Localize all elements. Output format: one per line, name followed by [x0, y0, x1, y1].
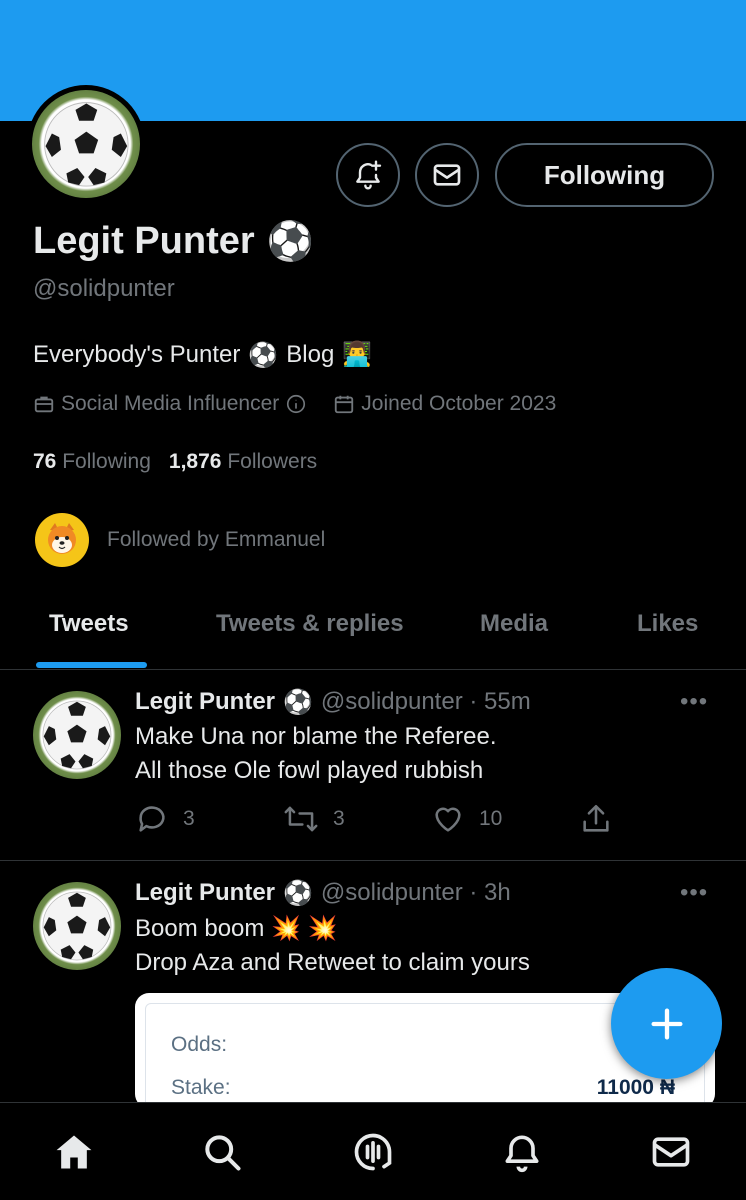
- heart-icon: [435, 807, 461, 832]
- nav-search[interactable]: [199, 1129, 245, 1175]
- follower-avatar: [35, 513, 89, 567]
- nav-spaces[interactable]: [350, 1129, 396, 1175]
- nav-notifications[interactable]: [499, 1129, 545, 1175]
- followers-label: Followers: [227, 450, 318, 473]
- stake-value: 11000 ₦: [596, 1076, 675, 1099]
- like-count: 10: [479, 807, 503, 830]
- active-tab-indicator: [36, 662, 147, 668]
- tweet-avatar[interactable]: [33, 691, 121, 779]
- tweet-header: Legit Punter ⚽ @solidpunter · 55m: [135, 688, 531, 716]
- plus-icon: [651, 1008, 682, 1039]
- more-options-icon[interactable]: •••: [680, 879, 708, 907]
- nav-home[interactable]: [51, 1129, 97, 1175]
- retweet-icon: [284, 806, 318, 832]
- soccer-ball-icon: [42, 891, 112, 961]
- tweet-line: Make Una nor blame the Referee.: [135, 723, 497, 750]
- following-link[interactable]: 76 Following: [33, 450, 151, 474]
- tweet-text: Make Una nor blame the Referee. All thos…: [135, 720, 497, 788]
- soccer-ball-icon: [32, 90, 140, 198]
- tweet-avatar[interactable]: [33, 882, 121, 970]
- profile-avatar[interactable]: [27, 85, 145, 203]
- nav-messages[interactable]: [648, 1129, 694, 1175]
- profile-bio: Everybody's Punter ⚽ Blog 👨‍💻: [33, 340, 372, 369]
- tweet-actions: 3 3 10: [135, 802, 615, 836]
- bio-text-2: Blog: [286, 340, 335, 368]
- bio-text-1: Everybody's Punter: [33, 340, 241, 368]
- reply-count: 3: [183, 807, 195, 830]
- shiba-dog-icon: [48, 523, 76, 554]
- followers-count: 1,876: [168, 450, 222, 473]
- soccer-emoji: ⚽: [248, 340, 279, 369]
- message-button[interactable]: [415, 143, 479, 207]
- info-icon[interactable]: [285, 393, 307, 415]
- search-icon: [205, 1135, 241, 1171]
- reply-button[interactable]: 3: [135, 802, 195, 836]
- soccer-emoji: ⚽: [266, 219, 315, 263]
- retweet-button[interactable]: 3: [283, 802, 345, 836]
- profile-meta: Social Media Influencer Joined October 2…: [33, 392, 582, 416]
- joined-label: Joined October 2023: [361, 392, 557, 415]
- soccer-emoji: ⚽: [283, 688, 313, 716]
- odds-label: Odds:: [171, 1033, 228, 1056]
- share-button[interactable]: [579, 802, 613, 836]
- following-label: Following: [62, 450, 151, 473]
- compose-tweet-button[interactable]: [611, 968, 722, 1079]
- mail-icon: [652, 1137, 690, 1167]
- tab-tweets-replies[interactable]: Tweets & replies: [216, 610, 404, 638]
- spaces-icon: [354, 1133, 392, 1171]
- technologist-emoji: 👨‍💻: [342, 341, 373, 368]
- following-button[interactable]: Following: [495, 143, 714, 207]
- profile-category[interactable]: Social Media Influencer: [33, 392, 307, 416]
- calendar-icon: [335, 395, 354, 414]
- stake-label: Stake:: [171, 1076, 231, 1099]
- mail-icon: [433, 164, 461, 186]
- profile-handle: @solidpunter: [33, 275, 175, 302]
- tweet-author[interactable]: Legit Punter: [135, 688, 275, 716]
- bottom-nav: [0, 1102, 746, 1200]
- profile-joined: Joined October 2023: [333, 392, 556, 416]
- tab-tweets[interactable]: Tweets: [49, 610, 129, 638]
- retweet-count: 3: [333, 807, 345, 830]
- tweet-line: All those Ole fowl played rubbish: [135, 757, 484, 784]
- share-icon: [583, 804, 609, 832]
- reply-icon: [139, 806, 165, 832]
- profile-tabs: Tweets Tweets & replies Media Likes: [0, 590, 746, 670]
- profile-name-text: Legit Punter: [33, 220, 255, 262]
- like-button[interactable]: 10: [431, 802, 502, 836]
- tab-likes[interactable]: Likes: [637, 610, 698, 638]
- tweet-handle-time[interactable]: @solidpunter · 3h: [321, 879, 511, 907]
- followed-by-text: Followed by Emmanuel: [107, 528, 326, 551]
- tweet-line: Drop Aza and Retweet to claim yours: [135, 949, 530, 976]
- briefcase-icon: [34, 396, 54, 413]
- tweet-header: Legit Punter ⚽ @solidpunter · 3h: [135, 879, 511, 907]
- more-options-icon[interactable]: •••: [680, 688, 708, 716]
- followers-link[interactable]: 1,876 Followers: [169, 450, 317, 474]
- soccer-emoji: ⚽: [283, 879, 313, 907]
- followed-by[interactable]: Followed by Emmanuel: [35, 513, 325, 567]
- tweet-line: Boom boom 💥 💥: [135, 915, 338, 942]
- tab-media[interactable]: Media: [480, 610, 548, 638]
- tweet-handle-time[interactable]: @solidpunter · 55m: [321, 688, 531, 716]
- tweet-divider: [0, 860, 746, 861]
- tweet-text: Boom boom 💥 💥 Drop Aza and Retweet to cl…: [135, 912, 530, 980]
- category-label: Social Media Influencer: [61, 392, 280, 415]
- profile-name: Legit Punter ⚽: [33, 219, 314, 264]
- follow-counts: 76 Following 1,876 Followers: [33, 450, 317, 474]
- home-icon: [56, 1135, 92, 1169]
- tweet-author[interactable]: Legit Punter: [135, 879, 275, 907]
- notify-button[interactable]: [336, 143, 400, 207]
- following-count: 76: [33, 450, 57, 473]
- bell-plus-icon: [356, 160, 382, 190]
- bell-icon: [505, 1135, 539, 1173]
- soccer-ball-icon: [42, 700, 112, 770]
